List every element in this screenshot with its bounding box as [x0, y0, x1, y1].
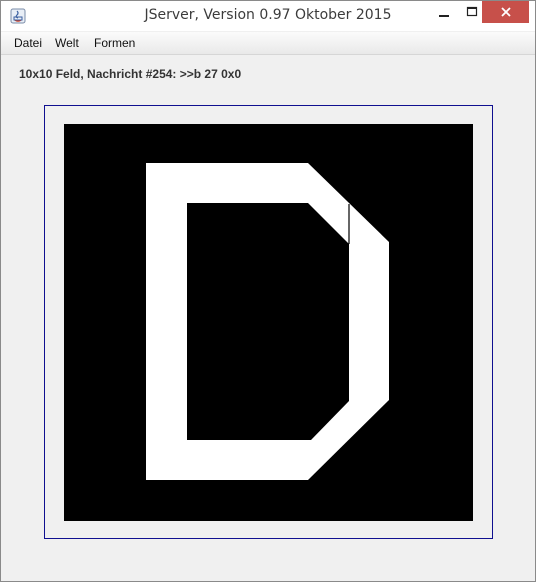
close-icon: [500, 7, 511, 17]
letter-d-shape: [146, 163, 389, 480]
status-message: 10x10 Feld, Nachricht #254: >>b 27 0x0: [19, 67, 242, 81]
maximize-icon: [466, 6, 478, 17]
menu-formen[interactable]: Formen: [94, 36, 135, 50]
title-bar[interactable]: JServer, Version 0.97 Oktober 2015: [1, 1, 535, 31]
board-canvas[interactable]: [64, 124, 473, 521]
close-button[interactable]: [482, 1, 529, 23]
minimize-icon: [439, 15, 449, 17]
application-window: JServer, Version 0.97 Oktober 2015 Datei…: [0, 0, 536, 582]
menu-bar: Datei Welt Formen: [1, 32, 535, 55]
menu-welt[interactable]: Welt: [55, 36, 79, 50]
minimize-button[interactable]: [429, 1, 459, 23]
menu-datei[interactable]: Datei: [14, 36, 42, 50]
